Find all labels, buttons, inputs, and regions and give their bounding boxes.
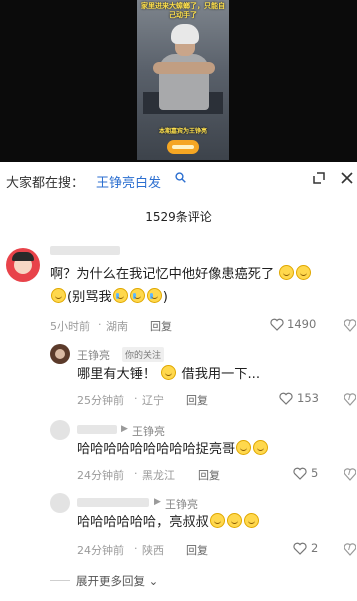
tearful-smile-emoji-icon xyxy=(51,288,66,303)
reply-time: 24分钟前 xyxy=(77,469,124,482)
like-count: 153 xyxy=(297,391,319,405)
username-blurred[interactable] xyxy=(50,246,120,255)
chevron-down-icon: ⌄ xyxy=(145,574,159,588)
reply-location: 辽宁 xyxy=(142,394,164,407)
reply-to-arrow-icon: ▶ xyxy=(154,497,161,507)
heart-icon[interactable] xyxy=(293,467,307,480)
expand-more-replies-button[interactable]: 展开更多回复 ⌄ xyxy=(76,573,158,589)
tearful-smile-emoji-icon xyxy=(279,265,295,280)
reply-text-part-b: 借我用一下... xyxy=(181,367,261,382)
avatar[interactable] xyxy=(50,493,70,513)
comment-location: 湖南 xyxy=(106,320,128,333)
username-blurred[interactable] xyxy=(77,425,117,434)
comment-text-continued: (别骂我) xyxy=(50,287,168,309)
reply-button[interactable]: 回复 xyxy=(150,318,172,334)
crying-emoji-icon xyxy=(112,288,128,303)
suggested-search-bar: 大家都在搜： 王铮亮白发 xyxy=(0,162,357,198)
reply-text-content: 哈哈哈哈哈哈哈哈哈捉亮哥 xyxy=(77,442,236,457)
reply-location: 陕西 xyxy=(142,544,164,557)
dislike-icon[interactable] xyxy=(344,542,356,556)
reply-to-name[interactable]: 王铮亮 xyxy=(165,496,198,512)
comment-time: 5小时前 xyxy=(50,320,90,333)
crying-emoji-icon xyxy=(146,288,162,303)
heart-icon[interactable] xyxy=(279,392,293,405)
avatar[interactable] xyxy=(50,420,70,440)
avatar-hair xyxy=(12,252,34,261)
reply-author-name[interactable]: 王铮亮 xyxy=(77,347,110,363)
avatar[interactable] xyxy=(6,248,40,282)
reply-text: 哈哈哈哈哈哈哈哈哈捉亮哥 xyxy=(77,439,269,461)
location-separator: · xyxy=(98,318,102,331)
search-prefix-label: 大家都在搜： xyxy=(6,176,85,191)
dislike-icon[interactable] xyxy=(344,392,356,406)
dislike-icon[interactable] xyxy=(344,318,356,332)
grin-emoji-icon xyxy=(161,365,177,380)
video-thumbnail[interactable]: 家里进来大蟑螂了，只能自己动手了 本期嘉宾为王铮亮 xyxy=(137,0,229,160)
reply-button[interactable]: 回复 xyxy=(186,392,208,408)
reply-text-part-a: 哪里有大锤！ xyxy=(77,367,157,382)
username-blurred[interactable] xyxy=(77,498,149,507)
avatar[interactable] xyxy=(50,344,70,364)
reply-button[interactable]: 回复 xyxy=(198,467,220,483)
video-person-arm xyxy=(153,62,215,74)
heart-icon[interactable] xyxy=(270,318,284,331)
expand-divider-line xyxy=(50,580,70,581)
reply-time: 25分钟前 xyxy=(77,394,124,407)
like-count: 2 xyxy=(311,541,319,555)
laughing-emoji-icon xyxy=(226,513,242,528)
reply-text: 哈哈哈哈哈哈，亮叔叔 xyxy=(77,512,260,534)
comment-count-title: 1529条评论 xyxy=(145,210,212,224)
reply-to-name[interactable]: 王铮亮 xyxy=(132,423,165,439)
following-badge: 你的关注 xyxy=(122,347,165,362)
like-count: 1490 xyxy=(287,317,317,331)
video-caption: 家里进来大蟑螂了，只能自己动手了 xyxy=(141,2,225,19)
location-separator: · xyxy=(134,542,138,555)
reply-time: 24分钟前 xyxy=(77,544,124,557)
thinking-emoji-icon xyxy=(236,440,252,455)
video-subtitle: 本期嘉宾为王铮亮 xyxy=(158,128,207,135)
reply-location: 黑龙江 xyxy=(142,469,175,482)
reply-text-content: 哈哈哈哈哈哈，亮叔叔 xyxy=(77,515,209,530)
suggested-search-link[interactable]: 王铮亮白发 xyxy=(96,172,161,191)
tearful-smile-emoji-icon xyxy=(296,265,312,280)
thinking-emoji-icon xyxy=(253,440,269,455)
laughing-emoji-icon xyxy=(243,513,259,528)
reply-text: 哪里有大锤！ 借我用一下... xyxy=(77,364,260,386)
video-channel-logo xyxy=(167,140,199,154)
comment-text: 啊？为什么在我记忆中他好像患癌死了 xyxy=(50,264,312,286)
search-icon[interactable] xyxy=(175,172,186,183)
like-count: 5 xyxy=(311,466,319,480)
fullscreen-expand-icon[interactable] xyxy=(312,171,326,185)
crying-emoji-icon xyxy=(129,288,145,303)
video-person-hair xyxy=(171,24,199,44)
video-preview-strip: 家里进来大蟑螂了，只能自己动手了 本期嘉宾为王铮亮 xyxy=(0,0,357,162)
reply-button[interactable]: 回复 xyxy=(186,542,208,558)
location-separator: · xyxy=(134,392,138,405)
laughing-emoji-icon xyxy=(209,513,225,528)
expand-more-replies-label: 展开更多回复 xyxy=(76,574,145,588)
close-icon[interactable] xyxy=(340,171,354,185)
dislike-icon[interactable] xyxy=(344,467,356,481)
reply-to-arrow-icon: ▶ xyxy=(121,424,128,434)
comment-text-line2-open: (别骂我 xyxy=(67,290,112,305)
comment-text-line2-close: ) xyxy=(162,290,168,305)
heart-icon[interactable] xyxy=(293,542,307,555)
location-separator: · xyxy=(134,467,138,480)
avatar-face xyxy=(55,349,65,359)
comment-text-line1: 啊？为什么在我记忆中他好像患癌死了 xyxy=(50,267,275,282)
